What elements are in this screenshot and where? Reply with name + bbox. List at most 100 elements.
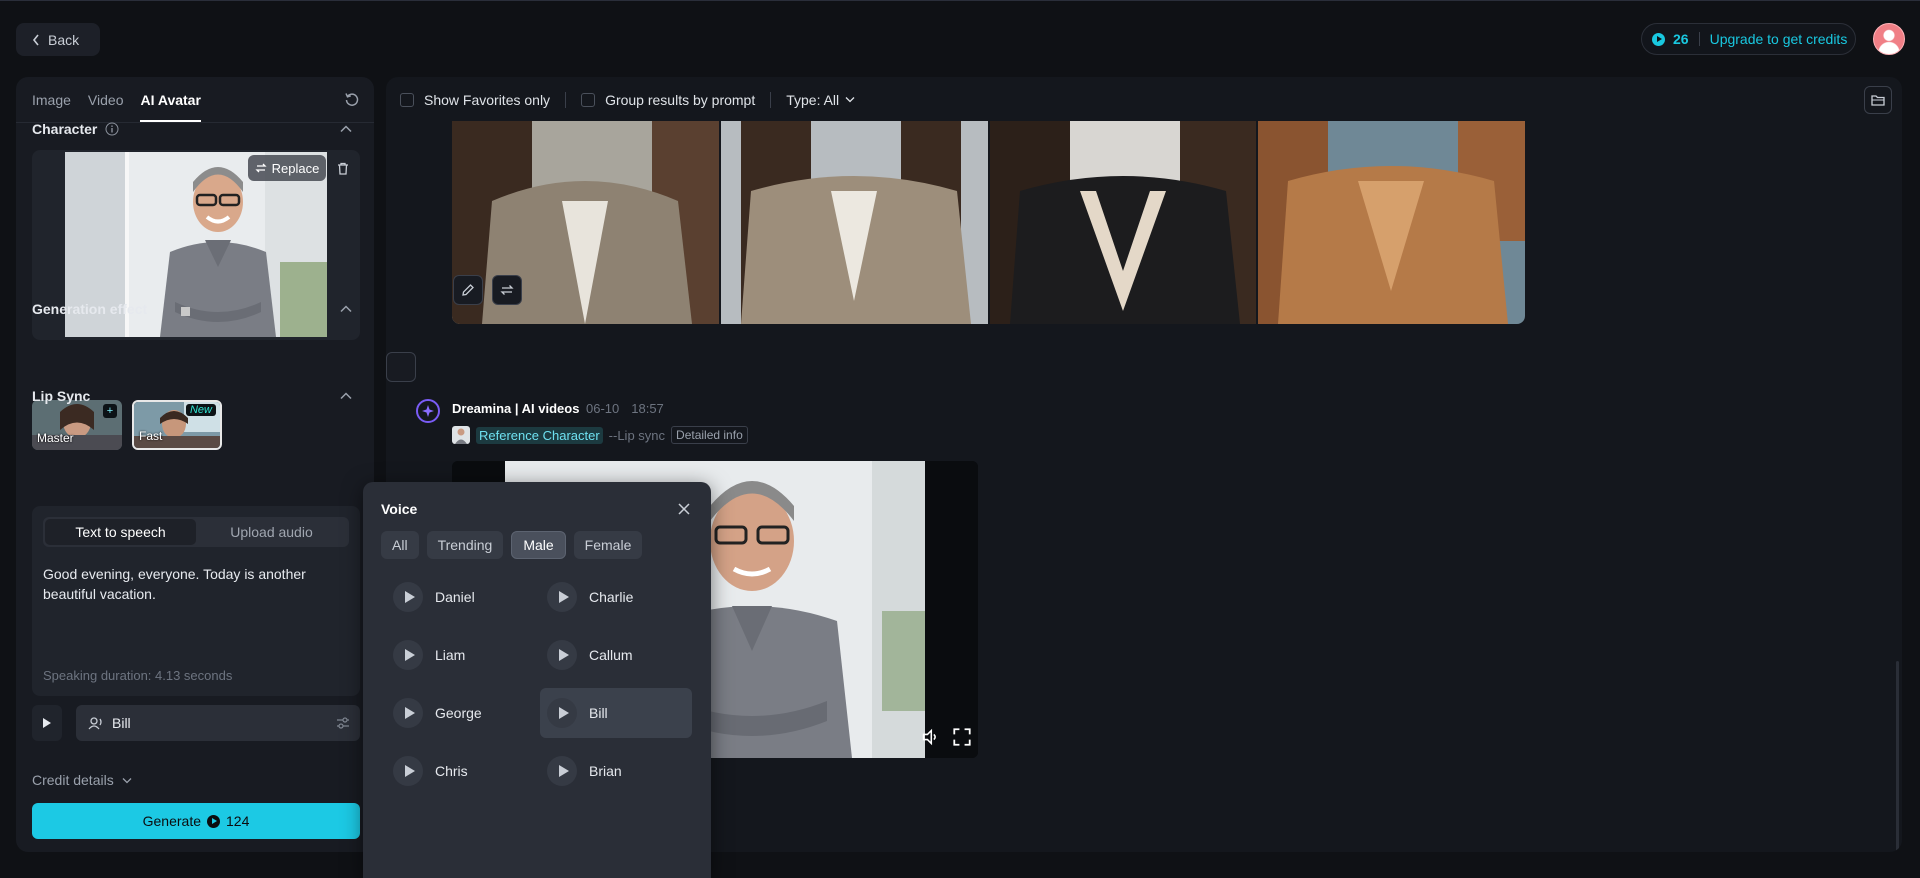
voice-item[interactable]: Chris xyxy=(386,746,538,796)
speech-textarea[interactable]: Good evening, everyone. Today is another… xyxy=(43,564,343,604)
favorites-checkbox[interactable] xyxy=(400,92,414,107)
entry-timestamp: 06-10 18:57 xyxy=(586,401,664,416)
voice-name: Bill xyxy=(589,705,608,721)
voice-name: Daniel xyxy=(435,589,475,605)
fullscreen-icon[interactable] xyxy=(953,728,971,746)
reset-icon[interactable] xyxy=(344,91,360,107)
generate-cost: 124 xyxy=(226,813,250,829)
credit-details-toggle[interactable]: Credit details xyxy=(32,772,132,788)
reference-thumbnail xyxy=(452,426,470,444)
voice-filter-all[interactable]: All xyxy=(381,531,419,559)
result-image[interactable] xyxy=(1258,121,1525,324)
type-label: Type: All xyxy=(786,91,840,108)
voice-item[interactable]: George xyxy=(386,688,538,738)
generate-label: Generate xyxy=(142,813,201,829)
info-icon[interactable] xyxy=(105,122,119,136)
settings-sliders-icon[interactable] xyxy=(336,716,350,730)
entry-prompt-row: Reference Character --Lip sync Detailed … xyxy=(452,426,748,444)
chevron-left-icon xyxy=(32,34,39,45)
voice-filter-male[interactable]: Male xyxy=(511,531,566,559)
detailed-info-button[interactable]: Detailed info xyxy=(671,426,748,444)
effect-fast[interactable]: New Fast xyxy=(132,400,222,450)
new-badge: New xyxy=(185,404,216,416)
voice-item[interactable]: Brian xyxy=(540,746,692,796)
voice-selected-label: Bill xyxy=(112,715,131,731)
delete-button[interactable] xyxy=(332,157,354,179)
play-icon[interactable] xyxy=(547,640,577,670)
swap-icon xyxy=(500,285,514,295)
volume-icon[interactable] xyxy=(921,728,939,746)
replace-label: Replace xyxy=(271,160,320,176)
lip-sync-title: Lip Sync xyxy=(32,388,91,404)
group-filter[interactable]: Group results by prompt xyxy=(581,92,755,108)
chevron-down-icon xyxy=(845,97,855,103)
regenerate-button[interactable] xyxy=(492,275,522,305)
user-avatar[interactable] xyxy=(1873,23,1905,55)
tab-ai-avatar[interactable]: AI Avatar xyxy=(140,77,202,122)
play-icon[interactable] xyxy=(393,756,423,786)
text-to-speech-tab[interactable]: Text to speech xyxy=(45,519,196,545)
effect-master[interactable]: + Master xyxy=(32,400,122,450)
voice-item-selected[interactable]: Bill xyxy=(540,688,692,738)
lip-sync-tag: --Lip sync xyxy=(608,427,666,443)
left-panel: Image Video AI Avatar Character Replace … xyxy=(16,77,374,852)
play-icon[interactable] xyxy=(547,698,577,728)
voice-name: Liam xyxy=(435,647,466,663)
play-icon[interactable] xyxy=(393,640,423,670)
voice-item[interactable]: Charlie xyxy=(540,572,692,622)
back-button[interactable]: Back xyxy=(16,23,100,56)
group-checkbox[interactable] xyxy=(581,92,596,107)
chevron-up-icon[interactable] xyxy=(340,125,352,133)
result-image[interactable] xyxy=(720,121,988,324)
scrollbar[interactable] xyxy=(1896,661,1899,851)
chevron-up-icon[interactable] xyxy=(340,392,352,400)
play-icon[interactable] xyxy=(393,582,423,612)
credit-coin-icon xyxy=(207,814,220,828)
credit-details-label: Credit details xyxy=(32,772,114,788)
tab-image[interactable]: Image xyxy=(32,77,71,122)
results-filters: Show Favorites only Group results by pro… xyxy=(400,77,855,122)
entry-title: Dreamina | AI videos xyxy=(452,401,580,416)
play-icon[interactable] xyxy=(547,582,577,612)
play-icon[interactable] xyxy=(547,756,577,786)
result-image[interactable] xyxy=(989,121,1257,324)
mode-tabs: Image Video AI Avatar xyxy=(32,77,202,122)
voice-item[interactable]: Daniel xyxy=(386,572,538,622)
play-icon xyxy=(43,718,51,728)
type-dropdown[interactable]: Type: All xyxy=(786,92,855,108)
character-title: Character xyxy=(32,121,98,137)
trash-icon xyxy=(338,162,348,175)
voice-item[interactable]: Callum xyxy=(540,630,692,680)
favorites-filter[interactable]: Show Favorites only xyxy=(400,92,550,108)
result-image-row xyxy=(452,121,1525,324)
top-border xyxy=(0,0,1920,1)
credits-pill[interactable]: 26 Upgrade to get credits xyxy=(1641,23,1856,55)
edit-button[interactable] xyxy=(453,275,483,305)
voice-name: Callum xyxy=(589,647,633,663)
voice-name: Chris xyxy=(435,763,468,779)
voice-name: George xyxy=(435,705,482,721)
voice-item[interactable]: Liam xyxy=(386,630,538,680)
folder-button[interactable] xyxy=(1864,86,1892,114)
upload-audio-tab[interactable]: Upload audio xyxy=(196,519,347,545)
upgrade-link[interactable]: Upgrade to get credits xyxy=(1710,31,1848,47)
generation-effect-title: Generation effect xyxy=(32,301,148,317)
reference-character-link[interactable]: Reference Character xyxy=(476,426,603,444)
entry-time: 18:57 xyxy=(631,401,664,416)
favorites-label: Show Favorites only xyxy=(424,91,551,108)
chevron-up-icon[interactable] xyxy=(340,305,352,313)
preview-play-button[interactable] xyxy=(32,705,62,741)
tab-video[interactable]: Video xyxy=(88,77,124,122)
voice-filter-female[interactable]: Female xyxy=(573,531,643,559)
voice-select[interactable]: Bill xyxy=(76,705,360,741)
divider xyxy=(565,91,567,108)
speaking-duration: Speaking duration: 4.13 seconds xyxy=(43,668,233,683)
voice-filter-chips: All Trending Male Female xyxy=(381,531,643,559)
replace-button[interactable]: Replace xyxy=(248,155,326,181)
close-icon[interactable] xyxy=(676,501,692,517)
generate-button[interactable]: Generate 124 xyxy=(32,803,360,839)
plus-badge-icon: + xyxy=(103,404,117,418)
back-label: Back xyxy=(48,31,80,48)
play-icon[interactable] xyxy=(393,698,423,728)
voice-filter-trending[interactable]: Trending xyxy=(426,531,504,559)
